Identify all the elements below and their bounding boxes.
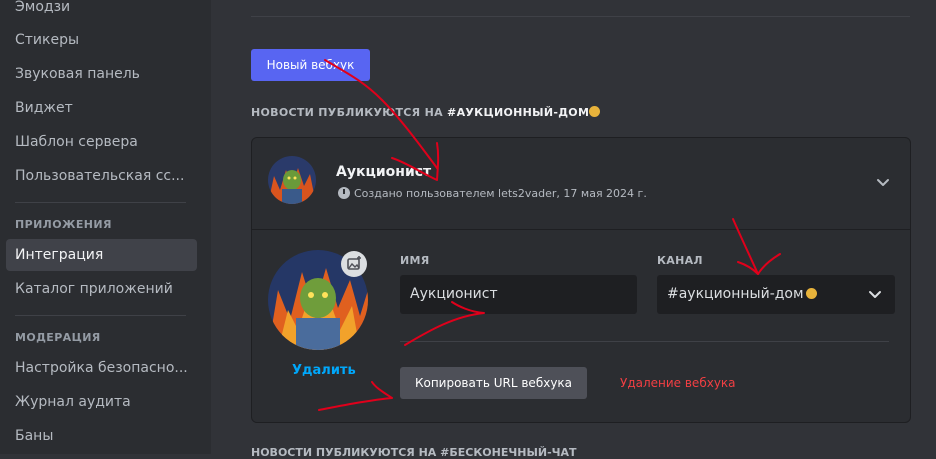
sidebar-section-apps: ПРИЛОЖЕНИЯ — [15, 218, 112, 231]
sidebar-item-soundboard[interactable]: Звуковая панель — [6, 58, 197, 90]
sidebar-item-widget[interactable]: Виджет — [6, 92, 197, 124]
section-title-prefix: НОВОСТИ ПУБЛИКУЮТСЯ НА — [251, 106, 443, 119]
sidebar-item-stickers[interactable]: Стикеры — [6, 24, 197, 56]
section-title-channel: #АУКЦИОННЫЙ-ДОМ — [447, 106, 590, 119]
copy-webhook-url-button[interactable]: Копировать URL вебхука — [400, 367, 587, 399]
webhook-created-text: Создано пользователем lets2vader, 17 мая… — [354, 187, 647, 200]
new-webhook-button[interactable]: Новый вебхук — [251, 49, 370, 81]
sidebar-section-moderation: МОДЕРАЦИЯ — [15, 331, 101, 344]
sidebar-item-safety-setup[interactable]: Настройка безопасно... — [6, 352, 197, 384]
sidebar-item-app-directory[interactable]: Каталог приложений — [6, 273, 197, 305]
channel-field-label: КАНАЛ — [657, 254, 703, 267]
channel-select[interactable]: #аукционный-дом — [657, 275, 895, 314]
webhook-card: Аукционист Создано пользователем lets2va… — [251, 137, 911, 423]
chevron-down-icon[interactable] — [875, 175, 891, 191]
card-inner-divider — [400, 341, 889, 342]
next-section-title: НОВОСТИ ПУБЛИКУЮТСЯ НА #БЕСКОНЕЧНЫЙ-ЧАТ — [251, 446, 577, 459]
card-divider — [252, 229, 910, 230]
money-bag-emoji-icon — [805, 288, 817, 299]
webhook-avatar[interactable] — [268, 156, 316, 204]
remove-avatar-link[interactable]: Удалить — [292, 363, 356, 378]
integrations-main: Новый вебхук НОВОСТИ ПУБЛИКУЮТСЯ НА #АУК… — [211, 0, 936, 459]
webhook-name-input[interactable]: Аукционист — [400, 275, 637, 314]
clock-icon — [338, 187, 350, 199]
name-field-label: ИМЯ — [400, 254, 430, 267]
delete-webhook-button[interactable]: Удаление вебхука — [620, 376, 736, 390]
image-edit-icon[interactable] — [341, 251, 367, 277]
webhook-name: Аукционист — [336, 164, 432, 180]
sidebar-item-integrations[interactable]: Интеграция — [6, 239, 197, 271]
money-bag-emoji-icon — [589, 106, 601, 117]
sidebar-item-bans[interactable]: Баны — [6, 420, 197, 452]
sidebar-item-server-template[interactable]: Шаблон сервера — [6, 126, 197, 158]
webhook-meta: Создано пользователем lets2vader, 17 мая… — [338, 187, 647, 200]
sidebar-divider — [15, 315, 186, 316]
sidebar-item-audit-log[interactable]: Журнал аудита — [6, 386, 197, 418]
sidebar-divider — [15, 202, 186, 203]
sidebar-item-emoji[interactable]: Эмодзи — [6, 0, 197, 23]
top-divider — [251, 16, 910, 17]
settings-sidebar: Эмодзи Стикеры Звуковая панель Виджет Ша… — [0, 0, 211, 454]
section-title: НОВОСТИ ПУБЛИКУЮТСЯ НА #АУКЦИОННЫЙ-ДОМ — [251, 106, 601, 119]
channel-select-value: #аукционный-дом — [667, 286, 804, 302]
sidebar-item-custom[interactable]: Пользовательская сс... — [6, 160, 197, 192]
chevron-down-icon — [869, 291, 881, 298]
